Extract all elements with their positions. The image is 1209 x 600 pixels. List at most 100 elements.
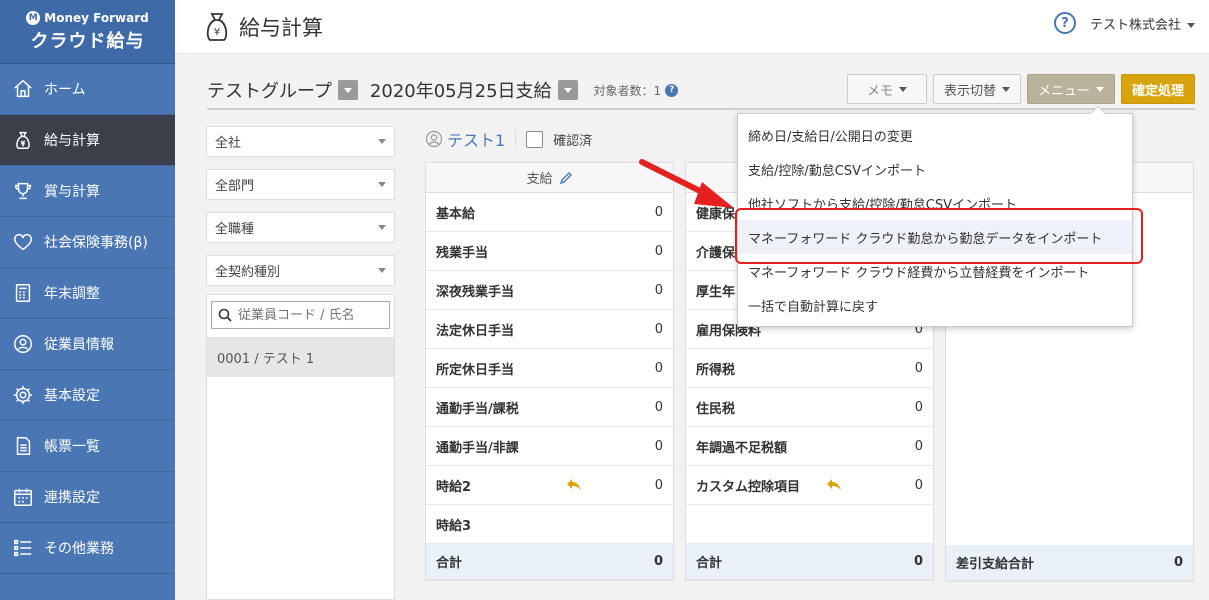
sidebar-item-label: 基本設定 (44, 388, 100, 404)
sidebar: M Money Forward クラウド給与 ホーム 給与計算 賞与計算 社会保険… (0, 0, 175, 600)
employee-search (211, 301, 390, 329)
caret-down-icon (378, 268, 386, 273)
filter-department[interactable]: 全部門 (206, 169, 395, 200)
search-input[interactable] (238, 307, 378, 323)
sidebar-item-payroll[interactable]: 給与計算 (0, 115, 175, 166)
table-row[interactable]: 深夜残業手当 0 (426, 271, 673, 310)
sidebar-item-home[interactable]: ホーム (0, 64, 175, 115)
payments-title: 支給 (526, 172, 553, 187)
sidebar-item-label: 帳票一覧 (44, 439, 100, 455)
person-icon (12, 333, 34, 355)
group-dropdown-button[interactable] (337, 80, 358, 100)
trophy-icon (12, 180, 34, 202)
caret-down-icon (1095, 86, 1104, 92)
brand-logo[interactable]: M Money Forward クラウド給与 (0, 0, 175, 64)
caret-down-icon (378, 182, 386, 187)
table-row[interactable]: 年調過不足税額 0 (686, 427, 933, 466)
pencil-icon[interactable] (559, 171, 573, 185)
sidebar-item-bonus[interactable]: 賞与計算 (0, 166, 175, 217)
sidebar-item-year-end[interactable]: 年末調整 (0, 268, 175, 319)
sidebar-item-label: 従業員情報 (44, 337, 114, 353)
employee-link[interactable]: テスト1 (425, 127, 505, 151)
list-item[interactable]: 0001 / テスト 1 (207, 337, 394, 377)
table-row[interactable]: 通勤手当/課税 0 (426, 388, 673, 427)
divider (515, 129, 517, 149)
sidebar-item-forms[interactable]: 帳票一覧 (0, 421, 175, 472)
sidebar-item-settings[interactable]: 基本設定 (0, 370, 175, 421)
menu-item-other-software-import[interactable]: 他社ソフトから支給/控除/勤怠CSVインポート (738, 186, 1132, 220)
table-row[interactable]: 通勤手当/非課 0 (426, 427, 673, 466)
document-icon (12, 435, 34, 457)
menu-dropdown: 締め日/支給日/公開日の変更 支給/控除/勤怠CSVインポート 他社ソフトから支… (737, 106, 1133, 327)
gear-icon (12, 384, 34, 406)
menu-item-csv-import[interactable]: 支給/控除/勤怠CSVインポート (738, 152, 1132, 186)
pay-date: 2020年05月25日支給 (369, 81, 552, 102)
toolbar: テストグループ 2020年05月25日支給 対象者数：1? メモ 表示切替 メニ… (207, 72, 1195, 110)
filters: 全社 全部門 全職種 全契約種別 (206, 126, 395, 298)
undo-arrow-icon[interactable] (826, 478, 842, 492)
table-row[interactable]: 基本給 0 (426, 193, 673, 232)
sidebar-item-other[interactable]: その他業務 (0, 523, 175, 574)
caret-down-icon (1187, 22, 1195, 28)
menu-item-change-dates[interactable]: 締め日/支給日/公開日の変更 (738, 118, 1132, 152)
filter-job[interactable]: 全職種 (206, 212, 395, 243)
money-bag-icon: ¥ (206, 12, 228, 41)
table-row[interactable]: 残業手当 0 (426, 232, 673, 271)
menu-button[interactable]: メニュー (1026, 74, 1115, 104)
payments-column: 支給 基本給 0 残業手当 0 深夜残業手当 0 法定休日手当 0 所定休日手当 0 通勤… (425, 162, 674, 581)
table-row[interactable]: 住民税 0 (686, 388, 933, 427)
calendar-icon (12, 486, 34, 508)
brand-name: クラウド給与 (30, 30, 145, 52)
table-row[interactable]: 法定休日手当 0 (426, 310, 673, 349)
memo-button[interactable]: メモ (846, 74, 927, 104)
company-selector[interactable]: テスト株式会社 (1090, 14, 1195, 33)
red-arrow-icon (639, 159, 734, 208)
menu-item-attendance-import[interactable]: マネーフォワード クラウド勤怠から勤怠データをインポート (738, 220, 1132, 254)
sidebar-item-label: その他業務 (44, 541, 114, 557)
filter-company[interactable]: 全社 (206, 126, 395, 157)
table-row[interactable]: 時給3 (426, 505, 673, 544)
employee-list-panel: 0001 / テスト 1 (206, 294, 395, 600)
sidebar-item-label: 給与計算 (44, 133, 100, 149)
calculator-icon (12, 282, 34, 304)
confirmed-checkbox[interactable] (526, 130, 544, 148)
help-icon[interactable]: ? (1053, 12, 1076, 34)
table-row (686, 505, 933, 544)
date-dropdown-button[interactable] (557, 80, 578, 100)
sidebar-item-social-insurance[interactable]: 社会保険事務(β) (0, 217, 175, 268)
sidebar-item-employees[interactable]: 従業員情報 (0, 319, 175, 370)
heart-icon (12, 231, 34, 253)
company-name: テスト株式会社 (1089, 17, 1181, 33)
header: ¥ 給与計算 ? テスト株式会社 (175, 0, 1209, 54)
filter-contract[interactable]: 全契約種別 (206, 255, 395, 286)
sidebar-item-integration[interactable]: 連携設定 (0, 472, 175, 523)
employee-header: テスト1 確認済 (425, 127, 592, 151)
confirm-button[interactable]: 確定処理 (1120, 74, 1195, 104)
total-row: 合計 0 (686, 544, 933, 580)
table-row[interactable]: カスタム控除項目 0 (686, 466, 933, 505)
caret-down-icon (378, 139, 386, 144)
menu-item-expense-import[interactable]: マネーフォワード クラウド経費から立替経費をインポート (738, 254, 1132, 288)
total-row: 合計 0 (426, 544, 673, 580)
sidebar-item-label: 連携設定 (44, 490, 100, 506)
search-icon (218, 308, 232, 322)
confirmed-label: 確認済 (553, 133, 593, 149)
table-row[interactable]: 時給2 0 (426, 466, 673, 505)
page-title-text: 給与計算 (239, 15, 323, 40)
sidebar-item-label: 社会保険事務(β) (44, 235, 148, 251)
group-name: テストグループ (207, 81, 332, 102)
menu-item-reset-auto-calc[interactable]: 一括で自動計算に戻す (738, 288, 1132, 322)
table-row[interactable]: 所得税 0 (686, 349, 933, 388)
caret-down-icon (1001, 86, 1010, 92)
sidebar-item-label: ホーム (44, 82, 86, 98)
money-bag-icon (12, 129, 34, 151)
caret-down-icon (343, 87, 352, 93)
caret-down-icon (898, 86, 907, 92)
table-row[interactable]: 所定休日手当 0 (426, 349, 673, 388)
target-count: 対象者数：1? (594, 82, 679, 99)
question-icon[interactable]: ? (665, 83, 679, 97)
brand-top-text: Money Forward (44, 10, 149, 25)
view-toggle-button[interactable]: 表示切替 (932, 74, 1021, 104)
undo-arrow-icon[interactable] (566, 478, 582, 492)
home-icon (12, 78, 34, 100)
